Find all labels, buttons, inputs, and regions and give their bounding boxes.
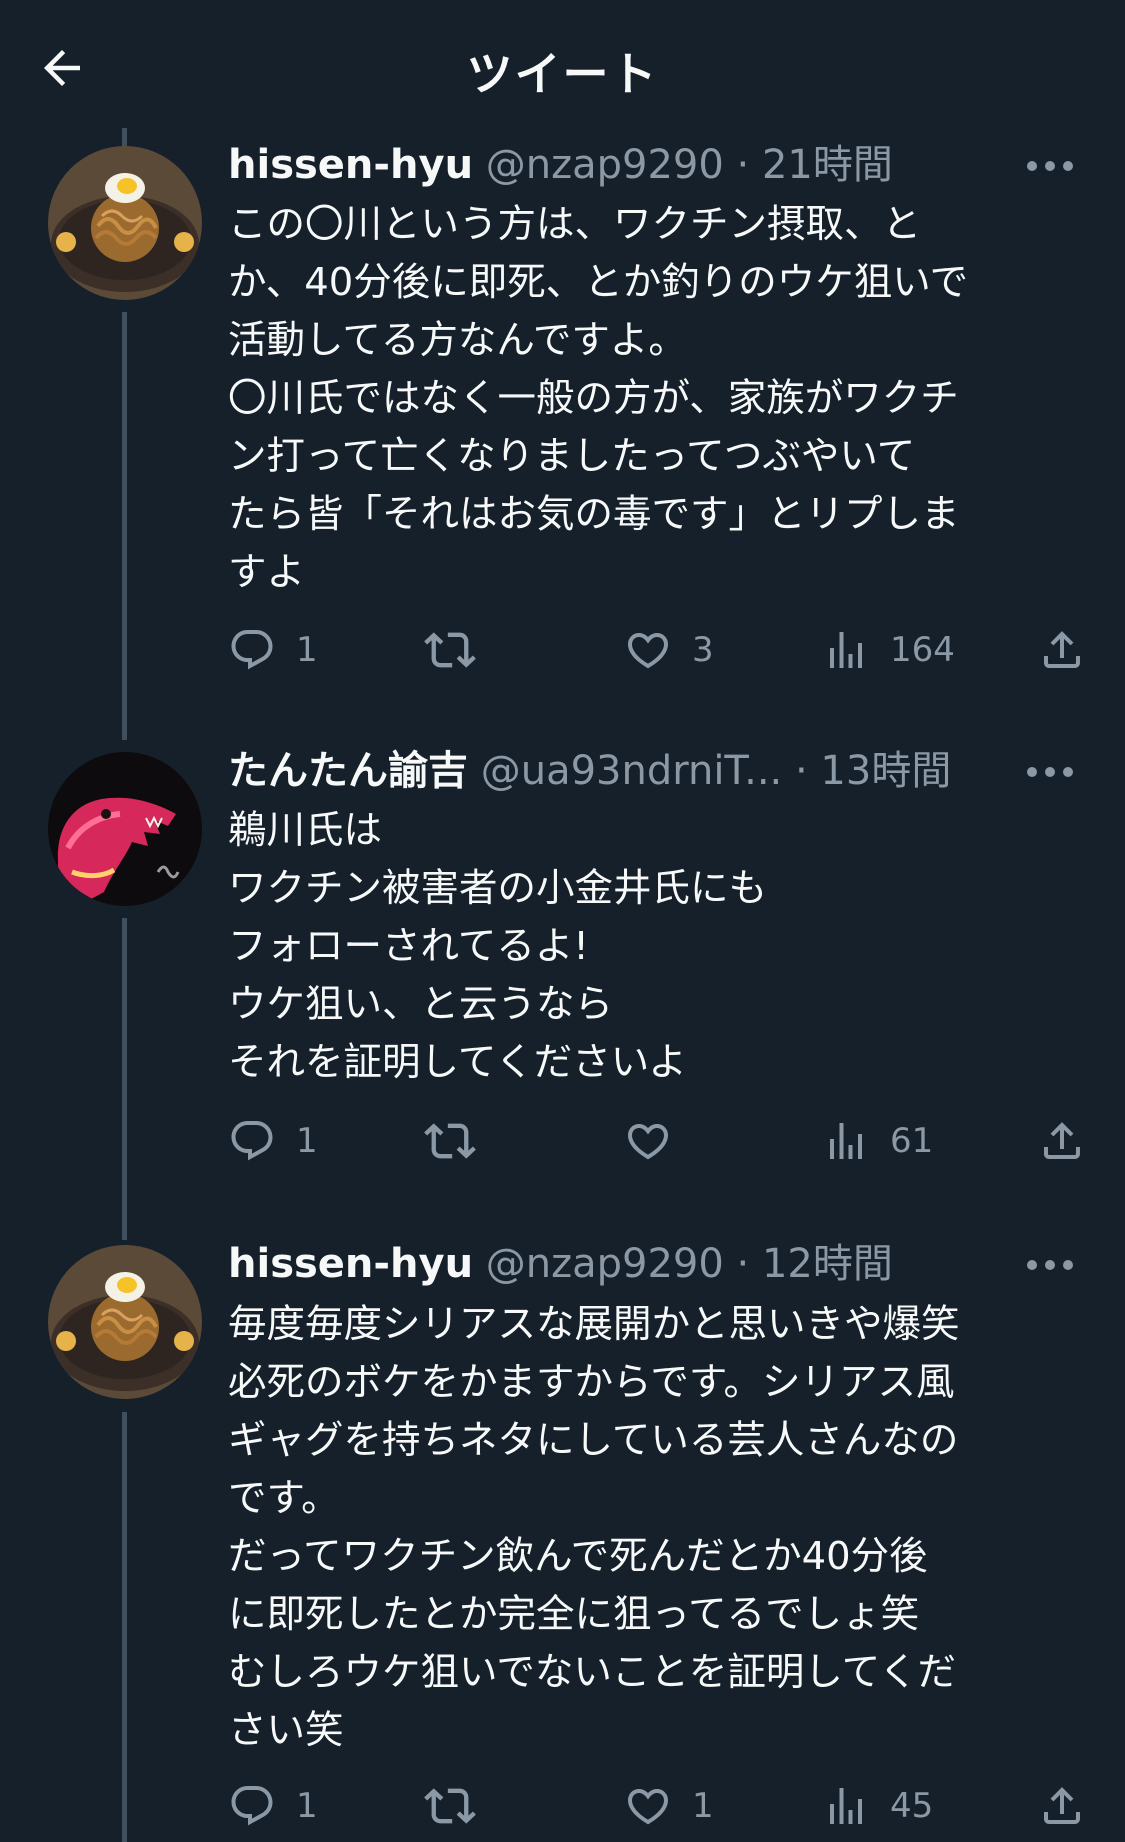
tweet-text-line: 必死のボケをかますからです。シリアス風 [228,1360,955,1405]
action-bar: 1 1 45 [0,1776,1125,1836]
views-count: 45 [890,1786,934,1826]
timestamp[interactable]: 12時間 [762,1241,893,1287]
heart-icon [627,1789,669,1825]
tweet-text-line: です。 [228,1476,340,1521]
tweet-text-line: ギャグを持ちネタにしている芸人さんなの [228,1418,959,1463]
handle[interactable]: @nzap9290 [486,1241,724,1287]
tweet-text: 毎度毎度シリアスな展開かと思いきや爆笑 必死のボケをかますからです。シリアス風 … [228,1296,1058,1760]
share-icon [1044,1787,1080,1824]
bar-chart-icon [830,1788,862,1824]
tweet-text-line: だってワクチン飲んで死んだとか40分後 [228,1534,928,1579]
like-button[interactable]: 1 [624,1776,714,1836]
display-name[interactable]: hissen-hyu [228,1241,473,1287]
reply-count: 1 [296,1786,318,1826]
tweet-text-line: むしろウケ狙いでないことを証明してくだ [228,1650,957,1695]
share-button[interactable] [1038,1776,1086,1836]
more-dots-icon [1027,1260,1073,1270]
reply-icon [231,1786,273,1826]
more-options-button[interactable] [1020,1250,1080,1280]
separator: · [736,1241,750,1287]
reply-button[interactable]: 1 [228,1776,318,1836]
like-count: 1 [692,1786,714,1826]
tweet-text-line: さい笑 [228,1708,344,1753]
tweet-header: hissen-hyu @nzap9290 · 12時間 [228,1238,1025,1290]
tweet-text-line: に即死したとか完全に狙ってるでしょ笑 [228,1592,920,1637]
views-button[interactable]: 45 [822,1776,933,1836]
retweet-icon [424,1788,476,1824]
retweet-button[interactable] [424,1776,496,1836]
tweet-text-line: 毎度毎度シリアスな展開かと思いきや爆笑 [228,1302,960,1347]
tweet[interactable]: hissen-hyu @nzap9290 · 12時間 毎度毎度シリアスな展開か… [0,0,1125,1842]
noodle-dish-avatar-icon [48,1245,202,1399]
avatar[interactable] [48,1245,202,1399]
